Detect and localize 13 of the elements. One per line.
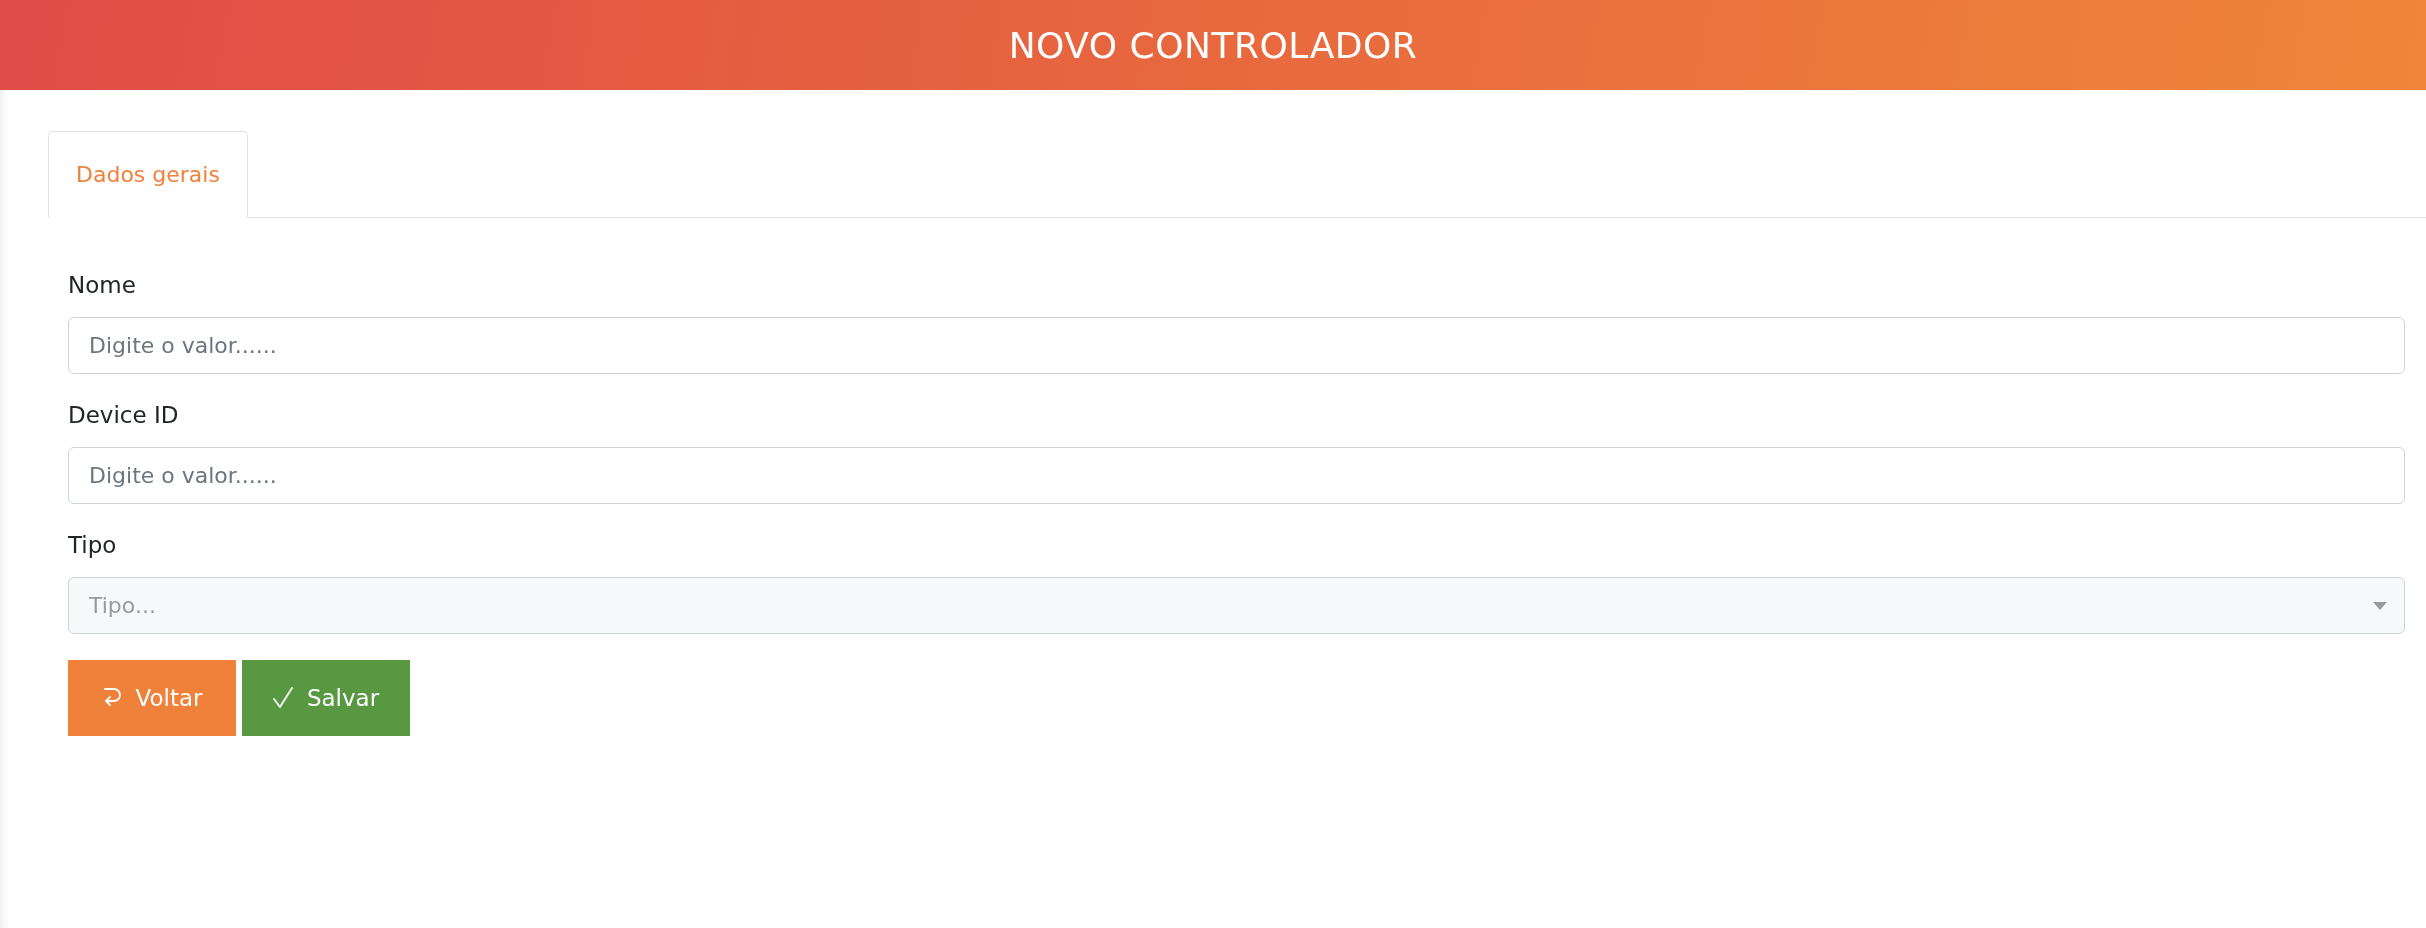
return-arrow-icon [101, 687, 122, 709]
page-title: NOVO CONTROLADOR [1008, 24, 1418, 66]
field-label: Device ID [68, 401, 180, 430]
tab[interactable]: Dados gerais [48, 131, 248, 218]
field-label: Nome [68, 271, 137, 300]
caret-down-icon [2373, 602, 2387, 610]
text-field[interactable]: Digite o valor...... [68, 317, 2405, 374]
field-label: Tipo [68, 531, 118, 560]
text-field[interactable]: Digite o valor...... [68, 447, 2405, 504]
save-button[interactable]: Salvar [242, 660, 410, 736]
back-button[interactable]: Voltar [68, 660, 236, 736]
check-icon [272, 687, 293, 709]
select-dropdown[interactable]: Tipo... [68, 577, 2405, 634]
